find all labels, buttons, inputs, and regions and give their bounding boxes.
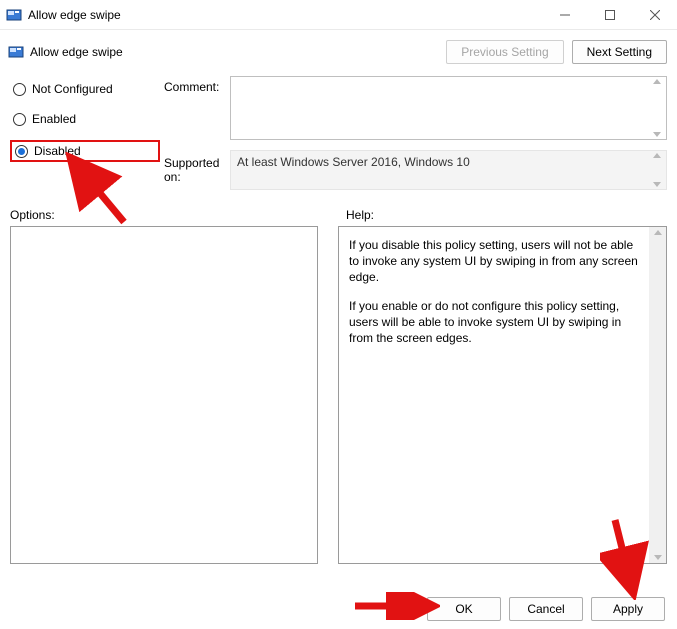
help-box: If you disable this policy setting, user… — [338, 226, 667, 564]
scroll-down-icon — [653, 182, 661, 187]
supported-on-field: At least Windows Server 2016, Windows 10 — [230, 150, 667, 190]
header: Allow edge swipe Previous Setting Next S… — [0, 30, 677, 70]
policy-icon — [8, 44, 24, 60]
scrollbar[interactable] — [650, 153, 664, 187]
scrollbar[interactable] — [650, 79, 664, 137]
radio-label: Enabled — [32, 112, 76, 126]
cancel-button[interactable]: Cancel — [509, 597, 583, 621]
radio-icon — [13, 83, 26, 96]
scroll-up-icon — [653, 153, 661, 158]
options-box — [10, 226, 318, 564]
comment-label: Comment: — [164, 80, 226, 150]
scroll-down-icon — [654, 555, 662, 560]
policy-icon — [6, 7, 22, 23]
field-labels: Comment: Supported on: — [164, 76, 226, 190]
ok-button[interactable]: OK — [427, 597, 501, 621]
radio-not-configured[interactable]: Not Configured — [10, 80, 160, 98]
comment-field[interactable] — [230, 76, 667, 140]
state-radio-group: Not Configured Enabled Disabled — [10, 76, 160, 190]
radio-icon — [13, 113, 26, 126]
window-title: Allow edge swipe — [28, 8, 542, 22]
radio-disabled[interactable]: Disabled — [10, 140, 160, 162]
help-label: Help: — [330, 208, 667, 222]
apply-button[interactable]: Apply — [591, 597, 665, 621]
supported-on-label: Supported on: — [164, 150, 226, 184]
radio-icon — [15, 145, 28, 158]
scroll-up-icon — [653, 79, 661, 84]
next-setting-button[interactable]: Next Setting — [572, 40, 667, 64]
help-paragraph: If you disable this policy setting, user… — [349, 237, 642, 286]
options-label: Options: — [10, 208, 330, 222]
scroll-up-icon — [654, 230, 662, 235]
radio-label: Not Configured — [32, 82, 113, 96]
radio-label: Disabled — [34, 144, 81, 158]
dialog-footer: OK Cancel Apply — [0, 589, 677, 629]
supported-on-value: At least Windows Server 2016, Windows 10 — [237, 155, 470, 169]
minimize-button[interactable] — [542, 0, 587, 30]
titlebar: Allow edge swipe — [0, 0, 677, 30]
radio-enabled[interactable]: Enabled — [10, 110, 160, 128]
previous-setting-button: Previous Setting — [446, 40, 563, 64]
window-controls — [542, 0, 677, 30]
setting-name: Allow edge swipe — [30, 45, 446, 59]
close-button[interactable] — [632, 0, 677, 30]
help-paragraph: If you enable or do not configure this p… — [349, 298, 642, 347]
scrollbar[interactable] — [649, 227, 666, 563]
scroll-down-icon — [653, 132, 661, 137]
maximize-button[interactable] — [587, 0, 632, 30]
